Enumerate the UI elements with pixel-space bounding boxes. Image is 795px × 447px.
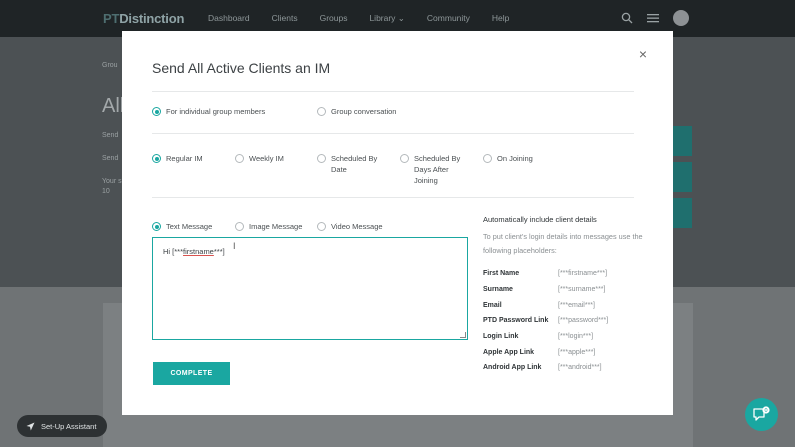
- radio-icon[interactable]: [235, 154, 244, 163]
- bg-action-button[interactable]: [673, 126, 692, 156]
- search-icon[interactable]: [621, 12, 633, 24]
- radio-individual-members[interactable]: For individual group members: [152, 106, 317, 117]
- message-placeholder-token: firstname: [183, 247, 214, 256]
- placeholder-value: [***surname***]: [558, 286, 606, 294]
- message-text: ***]: [213, 247, 225, 256]
- radio-icon[interactable]: [235, 222, 244, 231]
- placeholder-value: [***firstname***]: [558, 270, 608, 278]
- radio-label: Group conversation: [331, 107, 397, 116]
- radio-label: Text Message: [166, 222, 213, 231]
- placeholder-value: [***android***]: [558, 364, 602, 372]
- logo[interactable]: PTDistinction: [103, 11, 184, 26]
- bg-line: 10: [102, 188, 110, 195]
- placeholder-row: First Name [***firstname***]: [483, 266, 653, 282]
- radio-image-message[interactable]: Image Message: [235, 221, 317, 232]
- placeholder-row: Android App Link [***android***]: [483, 360, 653, 376]
- radio-label: Scheduled By Date: [331, 154, 378, 174]
- im-type-options: Regular IM Weekly IM Scheduled By Date S…: [152, 153, 533, 186]
- chat-icon: 0: [753, 406, 770, 421]
- radio-group-conversation[interactable]: Group conversation: [317, 106, 396, 117]
- radio-selected-icon[interactable]: [152, 107, 161, 116]
- radio-scheduled-by-days[interactable]: Scheduled By Days After Joining: [400, 153, 483, 186]
- message-textarea[interactable]: Hi [***firstname***]: [152, 237, 468, 340]
- radio-label: Regular IM: [166, 154, 203, 163]
- close-icon[interactable]: ×: [639, 47, 647, 61]
- radio-icon[interactable]: [317, 154, 326, 163]
- bg-line: Send: [102, 132, 119, 139]
- placeholder-info: Automatically include client details To …: [483, 215, 653, 376]
- placeholder-row: Email [***email***]: [483, 297, 653, 313]
- radio-selected-icon[interactable]: [152, 154, 161, 163]
- divider: [152, 91, 634, 92]
- radio-label: For individual group members: [166, 107, 266, 116]
- divider: [152, 197, 634, 198]
- placeholder-label: First Name: [483, 270, 520, 278]
- nav-links: Dashboard Clients Groups Library ⌄ Commu…: [208, 13, 531, 24]
- complete-button[interactable]: COMPLETE: [153, 362, 230, 385]
- radio-text-message[interactable]: Text Message: [152, 221, 235, 232]
- text-cursor-icon: I: [233, 241, 236, 251]
- nav-dashboard[interactable]: Dashboard: [208, 13, 250, 24]
- bg-line: Send: [102, 155, 119, 162]
- nav-clients[interactable]: Clients: [272, 13, 298, 24]
- info-heading: Automatically include client details: [483, 215, 597, 224]
- page-title: All: [102, 95, 125, 117]
- info-subtext: To put client's login details into messa…: [483, 232, 643, 255]
- message-text: Hi [***: [163, 247, 184, 256]
- nav-groups[interactable]: Groups: [320, 13, 348, 24]
- bg-action-button[interactable]: [673, 198, 692, 228]
- menu-icon[interactable]: [647, 13, 659, 23]
- placeholder-label: Email: [483, 301, 502, 309]
- radio-icon[interactable]: [400, 154, 409, 163]
- nav-community[interactable]: Community: [427, 13, 470, 24]
- radio-selected-icon[interactable]: [152, 222, 161, 231]
- placeholder-value: [***apple***]: [558, 348, 596, 356]
- placeholder-label: PTD Password Link: [483, 317, 549, 325]
- resize-handle[interactable]: [460, 332, 466, 338]
- radio-label: Weekly IM: [249, 154, 284, 163]
- divider: [152, 133, 634, 134]
- radio-on-joining[interactable]: On Joining: [483, 153, 533, 186]
- placeholder-row: Apple App Link [***apple***]: [483, 344, 653, 360]
- modal-title: Send All Active Clients an IM: [152, 60, 331, 76]
- placeholder-row: PTD Password Link [***password***]: [483, 313, 653, 329]
- radio-label: Video Message: [331, 222, 383, 231]
- placeholder-table: First Name [***firstname***] Surname [***s…: [483, 266, 653, 376]
- breadcrumb: Grou: [102, 62, 118, 69]
- placeholder-label: Surname: [483, 286, 513, 294]
- radio-label: Scheduled By Days After Joining: [414, 154, 461, 185]
- placeholder-label: Login Link: [483, 333, 519, 341]
- radio-regular-im[interactable]: Regular IM: [152, 153, 235, 186]
- placeholder-value: [***email***]: [558, 301, 595, 309]
- radio-icon[interactable]: [317, 107, 326, 116]
- message-type-options: Text Message Image Message Video Message: [152, 221, 383, 232]
- radio-label: Image Message: [249, 222, 303, 231]
- placeholder-label: Apple App Link: [483, 348, 535, 356]
- nav-library[interactable]: Library ⌄: [369, 13, 404, 24]
- radio-icon[interactable]: [483, 154, 492, 163]
- placeholder-value: [***login***]: [558, 333, 594, 341]
- setup-assistant-label: Set-Up Assistant: [41, 421, 97, 431]
- radio-video-message[interactable]: Video Message: [317, 221, 383, 232]
- navigation-arrow-icon: [26, 422, 35, 430]
- nav-help[interactable]: Help: [492, 13, 509, 24]
- radio-icon[interactable]: [317, 222, 326, 231]
- chat-badge: 0: [764, 408, 767, 414]
- placeholder-value: [***password***]: [558, 317, 609, 325]
- radio-scheduled-by-date[interactable]: Scheduled By Date: [317, 153, 400, 186]
- setup-assistant-button[interactable]: Set-Up Assistant: [17, 415, 107, 437]
- placeholder-label: Android App Link: [483, 364, 542, 372]
- placeholder-row: Login Link [***login***]: [483, 329, 653, 345]
- bg-line: Your s: [102, 178, 122, 185]
- radio-weekly-im[interactable]: Weekly IM: [235, 153, 317, 186]
- avatar[interactable]: [673, 10, 689, 26]
- placeholder-row: Surname [***surname***]: [483, 282, 653, 298]
- recipient-options: For individual group members Group conve…: [152, 106, 396, 117]
- chat-button[interactable]: 0: [745, 398, 778, 431]
- bg-action-button[interactable]: [673, 162, 692, 192]
- radio-label: On Joining: [497, 154, 533, 163]
- send-im-modal: × Send All Active Clients an IM For indi…: [122, 31, 673, 415]
